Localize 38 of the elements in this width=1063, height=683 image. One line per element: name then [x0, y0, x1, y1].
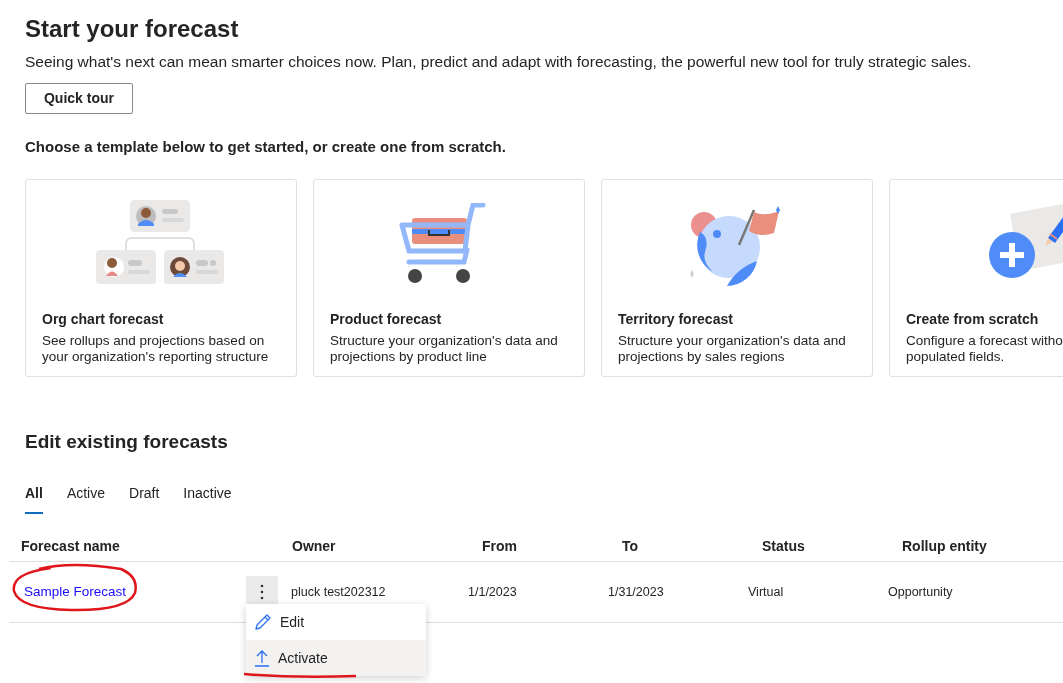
column-header: Owner [292, 538, 336, 555]
page-title: Start your forecast [25, 14, 240, 44]
table-cell: Opportunity [888, 584, 953, 599]
table-cell: pluck test202312 [291, 584, 386, 599]
template-card[interactable]: Product forecast Structure your organization's data and projections by product line [313, 178, 585, 377]
card-description: Configure a forecast witho populated fields. [906, 332, 1063, 365]
more-icon [260, 584, 264, 601]
column-header: Rollup entity [902, 538, 987, 555]
filter-tab[interactable]: All [25, 480, 43, 515]
upload-icon [254, 649, 270, 667]
card-title: Territory forecast [618, 309, 734, 328]
card-title: Org chart forecast [42, 309, 165, 328]
column-header: Status [762, 538, 805, 555]
card-title: Create from scratch [906, 309, 1040, 328]
menu-item[interactable]: Edit [246, 604, 426, 640]
card-description: See rollups and projections based on your organization's reporting structure [42, 332, 270, 365]
template-card[interactable]: Create from scratch Configure a forecast witho populated fields. [889, 178, 1063, 377]
page-description: Seeing what's next can mean smarter choices now. Plan, predict and adapt with forecasting, the powerful new tool for truly strategic sales. [25, 52, 973, 72]
column-header: Forecast name [21, 538, 120, 555]
column-header: To [622, 538, 639, 555]
filter-tab[interactable]: Active [66, 480, 105, 515]
table-cell: 1/31/2023 [608, 584, 664, 599]
template-card[interactable]: Territory forecast Structure your organization's data and projections by sales regions [601, 178, 873, 377]
card-title: Product forecast [330, 309, 443, 328]
table-cell: Virtual [748, 584, 784, 599]
pencil-icon [254, 613, 272, 631]
templates-heading: Choose a template below to get started, or create one from scratch. [25, 137, 507, 158]
column-header: From [482, 538, 517, 555]
template-card[interactable]: Org chart forecast See rollups and projections based on your organization's reporting structure [25, 178, 297, 377]
filter-tab[interactable]: Draft [129, 480, 160, 515]
section-heading: Edit existing forecasts [25, 429, 229, 454]
quick-tour-button[interactable]: Quick tour [25, 83, 133, 115]
card-description: Structure your organization's data and projections by sales regions [618, 332, 847, 365]
filter-tab[interactable]: Inactive [183, 480, 232, 515]
table-cell: 1/1/2023 [468, 584, 517, 599]
menu-item[interactable]: Activate [246, 640, 426, 676]
forecast-link[interactable]: Sample Forecast [24, 584, 127, 600]
card-description: Structure your organization's data and projections by product line [330, 332, 559, 365]
